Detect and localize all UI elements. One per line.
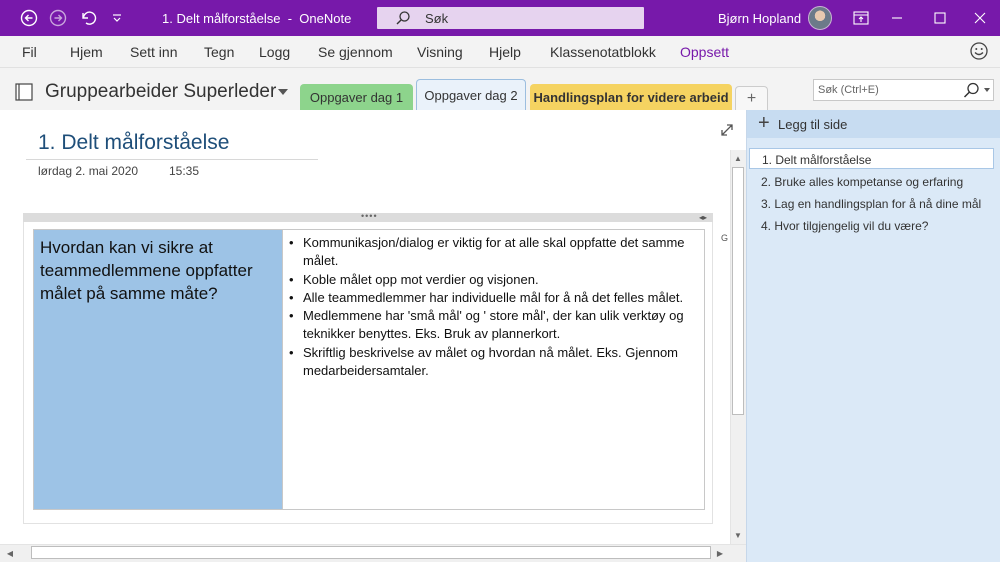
forward-icon[interactable] [48, 8, 68, 28]
window-app-name: OneNote [299, 11, 352, 26]
tell-me-search[interactable]: Søk [377, 7, 644, 29]
window-page-title: 1. Delt målforståelse [162, 11, 281, 26]
notebook-search-input[interactable]: Søk (Ctrl+E) [813, 79, 994, 101]
page-date: lørdag 2. mai 2020 [38, 164, 139, 178]
list-item[interactable]: Kommunikasjon/dialog er viktig for at al… [289, 234, 698, 271]
menu-home[interactable]: Hjem [70, 44, 103, 60]
maximize-icon[interactable] [930, 8, 950, 28]
list-item[interactable]: Koble målet opp mot verdier og visjonen. [289, 271, 698, 290]
notebook-icon[interactable] [14, 83, 34, 101]
list-item[interactable]: Medlemmene har 'små mål' og ' store mål'… [289, 307, 698, 344]
page-item-4[interactable]: 4. Hvor tilgjengelig vil du være? [749, 215, 994, 236]
title-bar: 1. Delt målforståelse - OneNote Søk Bjør… [0, 0, 1000, 36]
section-tab-oppgaver-dag-2[interactable]: Oppgaver dag 2 [416, 79, 526, 110]
notebook-name[interactable]: Gruppearbeider Superleder [45, 81, 276, 103]
plus-icon: + [758, 112, 770, 134]
answer-list: Kommunikasjon/dialog er viktig for at al… [289, 234, 698, 380]
tell-me-search-label: Søk [425, 11, 449, 26]
page-item-1[interactable]: 1. Delt målforståelse [749, 148, 994, 169]
menu-review[interactable]: Se gjennom [318, 44, 393, 60]
title-divider [26, 159, 318, 160]
menu-bar: Fil Hjem Sett inn Tegn Logg Se gjennom V… [0, 36, 1000, 68]
resize-handle-icon[interactable]: ◂▸ [699, 213, 707, 222]
menu-setup[interactable]: Oppsett [680, 44, 729, 60]
page-item-3[interactable]: 3. Lag en handlingsplan for å nå dine må… [749, 193, 994, 214]
content-table[interactable]: Hvordan kan vi sikre at teammedlemmene o… [33, 229, 705, 510]
page-time: 15:35 [169, 164, 200, 178]
expand-icon[interactable] [719, 122, 735, 138]
menu-history[interactable]: Logg [259, 44, 290, 60]
user-name[interactable]: Bjørn Hopland [718, 11, 801, 26]
notebook-search-placeholder: Søk (Ctrl+E) [818, 84, 879, 96]
menu-draw[interactable]: Tegn [204, 44, 234, 60]
window-title: 1. Delt målforståelse - OneNote [162, 11, 352, 26]
menu-file[interactable]: Fil [22, 44, 37, 60]
menu-class-notebook[interactable]: Klassenotatblokk [550, 44, 656, 60]
list-item[interactable]: Skriftlig beskrivelse av målet og hvorda… [289, 344, 698, 381]
scroll-left-icon[interactable]: ◀ [3, 546, 17, 560]
ribbon-display-options-icon[interactable] [851, 8, 871, 28]
drag-handle-icon[interactable]: •••• [361, 212, 378, 221]
section-tab-handlingsplan[interactable]: Handlingsplan for videre arbeid [530, 84, 732, 110]
search-icon[interactable] [962, 82, 980, 98]
menu-insert[interactable]: Sett inn [130, 44, 177, 60]
add-section-button[interactable]: + [735, 86, 768, 110]
list-item[interactable]: Alle teammedlemmer har individuelle mål … [289, 289, 698, 308]
scroll-up-icon[interactable]: ▲ [731, 151, 745, 165]
menu-help[interactable]: Hjelp [489, 44, 521, 60]
menu-view[interactable]: Visning [417, 44, 463, 60]
undo-icon[interactable] [78, 8, 98, 28]
feedback-smiley-icon[interactable] [969, 41, 989, 61]
back-icon[interactable] [19, 8, 39, 28]
quick-access-dropdown-icon[interactable] [107, 8, 127, 28]
search-scope-dropdown-icon[interactable] [984, 88, 990, 92]
minimize-icon[interactable] [887, 8, 907, 28]
close-icon[interactable] [970, 8, 990, 28]
page-title[interactable]: 1. Delt målforståelse [38, 131, 229, 155]
add-page-label: Legg til side [778, 117, 848, 132]
page-item-2[interactable]: 2. Bruke alles kompetanse og erfaring [749, 171, 994, 192]
notebook-dropdown-icon[interactable] [278, 89, 288, 95]
add-page-button[interactable]: + Legg til side [747, 110, 1000, 138]
scroll-down-icon[interactable]: ▼ [731, 528, 745, 542]
offscreen-text-fragment: G [721, 233, 729, 243]
question-cell[interactable]: Hvordan kan vi sikre at teammedlemmene o… [34, 230, 283, 509]
vertical-scroll-thumb[interactable] [732, 167, 744, 415]
scroll-right-icon[interactable]: ▶ [713, 546, 727, 560]
section-tab-oppgaver-dag-1[interactable]: Oppgaver dag 1 [300, 84, 413, 110]
avatar[interactable] [808, 6, 832, 30]
search-icon [396, 11, 410, 25]
answer-cell[interactable]: Kommunikasjon/dialog er viktig for at al… [283, 230, 704, 509]
horizontal-scroll-thumb[interactable] [31, 546, 711, 559]
